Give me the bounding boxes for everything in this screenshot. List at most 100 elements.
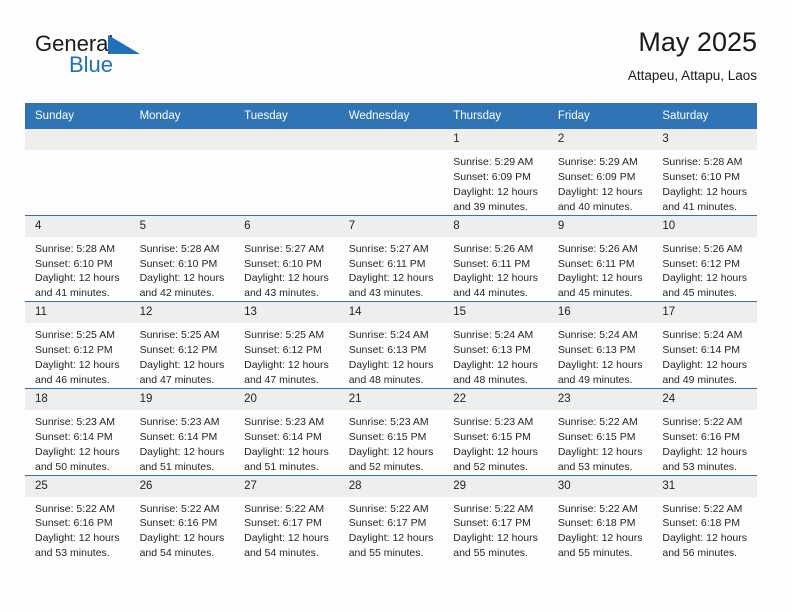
calendar-day-cell[interactable]: 20 Sunrise: 5:23 AM Sunset: 6:14 PM Dayligh… <box>234 387 339 475</box>
calendar-day-cell[interactable]: 14 Sunrise: 5:24 AM Sunset: 6:13 PM Dayligh… <box>338 301 444 389</box>
calendar-day-cell[interactable]: 1 Sunrise: 5:29 AM Sunset: 6:09 PM Daylight… <box>443 128 548 216</box>
day-number: 1 <box>443 129 548 150</box>
daylight-text-line2: and 44 minutes. <box>453 287 528 300</box>
calendar-day-cell[interactable]: 30 Sunrise: 5:22 AM Sunset: 6:18 PM Dayligh… <box>547 474 653 562</box>
day-sun-info: Sunrise: 5:26 AM Sunset: 6:11 PM Daylight:… <box>443 237 548 302</box>
calendar-day-cell[interactable]: 31 Sunrise: 5:22 AM Sunset: 6:18 PM Dayligh… <box>652 474 757 562</box>
daylight-text-line1: Daylight: 12 hours <box>35 359 120 372</box>
sunset-text: Sunset: 6:09 PM <box>453 170 531 183</box>
calendar-day-cell[interactable]: 13 Sunrise: 5:25 AM Sunset: 6:12 PM Dayligh… <box>234 301 339 389</box>
sunrise-text: Sunrise: 5:29 AM <box>557 156 638 168</box>
weekday-header-sunday: Sunday <box>25 103 130 129</box>
daylight-text-line1: Daylight: 12 hours <box>662 359 748 372</box>
sunset-text: Sunset: 6:10 PM <box>139 257 218 270</box>
calendar-day-cell[interactable]: 26 Sunrise: 5:22 AM Sunset: 6:16 PM Dayligh… <box>129 474 235 562</box>
calendar-day-cell[interactable]: 6 Sunrise: 5:27 AM Sunset: 6:10 PM Daylight… <box>234 214 339 302</box>
calendar-day-cell[interactable]: 11 Sunrise: 5:25 AM Sunset: 6:12 PM Dayligh… <box>25 301 130 389</box>
daylight-text-line2: and 53 minutes. <box>662 460 738 473</box>
calendar-day-cell[interactable]: 25 Sunrise: 5:22 AM Sunset: 6:16 PM Dayligh… <box>25 474 130 562</box>
day-number <box>25 129 130 150</box>
day-number: 9 <box>547 215 653 237</box>
day-number: 14 <box>338 302 444 324</box>
calendar-day-cell[interactable]: 9 Sunrise: 5:26 AM Sunset: 6:11 PM Daylight… <box>547 214 653 302</box>
sunset-text: Sunset: 6:16 PM <box>139 517 218 530</box>
day-number: 29 <box>443 475 548 497</box>
sunset-text: Sunset: 6:14 PM <box>244 430 322 443</box>
daylight-text-line1: Daylight: 12 hours <box>662 185 748 198</box>
sunset-text: Sunset: 6:14 PM <box>662 344 741 357</box>
day-number: 22 <box>443 388 548 410</box>
calendar-day-cell[interactable]: 28 Sunrise: 5:22 AM Sunset: 6:17 PM Dayligh… <box>338 474 444 562</box>
calendar-day-cell[interactable]: 24 Sunrise: 5:22 AM Sunset: 6:16 PM Dayligh… <box>652 387 757 475</box>
weekday-header-saturday: Saturday <box>652 103 757 129</box>
calendar-day-cell[interactable]: 4 Sunrise: 5:28 AM Sunset: 6:10 PM Daylight… <box>25 214 130 302</box>
day-number: 19 <box>129 388 235 410</box>
daylight-text-line2: and 42 minutes. <box>139 287 215 300</box>
daylight-text-line2: and 43 minutes. <box>244 287 319 300</box>
sunset-text: Sunset: 6:15 PM <box>453 430 531 443</box>
calendar-day-cell[interactable]: 12 Sunrise: 5:25 AM Sunset: 6:12 PM Dayligh… <box>129 301 235 389</box>
sunset-text: Sunset: 6:12 PM <box>662 257 741 270</box>
sunset-text: Sunset: 6:17 PM <box>453 517 531 530</box>
sunrise-text: Sunrise: 5:24 AM <box>557 329 638 342</box>
sunrise-text: Sunrise: 5:28 AM <box>35 242 115 255</box>
calendar-day-cell[interactable]: 5 Sunrise: 5:28 AM Sunset: 6:10 PM Daylight… <box>129 214 235 302</box>
sunrise-text: Sunrise: 5:22 AM <box>557 415 638 428</box>
page-title: May 2025 <box>638 27 757 57</box>
sunrise-text: Sunrise: 5:24 AM <box>662 329 743 342</box>
daylight-text-line1: Daylight: 12 hours <box>662 445 748 458</box>
sunset-text: Sunset: 6:16 PM <box>35 517 113 530</box>
calendar-day-cell[interactable]: 23 Sunrise: 5:22 AM Sunset: 6:15 PM Dayligh… <box>547 387 653 475</box>
calendar-week-row: 1 Sunrise: 5:29 AM Sunset: 6:09 PM Daylight… <box>25 128 757 216</box>
calendar-day-cell[interactable]: 21 Sunrise: 5:23 AM Sunset: 6:15 PM Dayligh… <box>338 387 444 475</box>
calendar-day-cell[interactable]: 3 Sunrise: 5:28 AM Sunset: 6:10 PM Daylight… <box>652 128 757 216</box>
daylight-text-line2: and 53 minutes. <box>35 547 110 560</box>
day-number: 12 <box>129 302 235 324</box>
daylight-text-line2: and 49 minutes. <box>557 373 633 386</box>
day-sun-info: Sunrise: 5:25 AM Sunset: 6:12 PM Daylight:… <box>234 323 339 388</box>
calendar-day-cell[interactable]: 2 Sunrise: 5:29 AM Sunset: 6:09 PM Daylight… <box>547 128 653 216</box>
calendar-day-cell[interactable]: 27 Sunrise: 5:22 AM Sunset: 6:17 PM Dayligh… <box>234 474 339 562</box>
sunrise-text: Sunrise: 5:26 AM <box>453 242 534 255</box>
day-number: 3 <box>652 129 757 150</box>
day-sun-info: Sunrise: 5:24 AM Sunset: 6:14 PM Daylight:… <box>652 323 757 388</box>
daylight-text-line1: Daylight: 12 hours <box>35 272 120 285</box>
calendar-day-cell[interactable]: 17 Sunrise: 5:24 AM Sunset: 6:14 PM Dayligh… <box>652 301 757 389</box>
daylight-text-line2: and 41 minutes. <box>35 287 110 300</box>
daylight-text-line1: Daylight: 12 hours <box>139 359 225 372</box>
calendar-day-cell[interactable]: 19 Sunrise: 5:23 AM Sunset: 6:14 PM Dayligh… <box>129 387 235 475</box>
daylight-text-line2: and 48 minutes. <box>453 373 528 386</box>
calendar-day-cell-empty <box>129 128 235 216</box>
daylight-text-line1: Daylight: 12 hours <box>348 272 434 285</box>
day-sun-info: Sunrise: 5:28 AM Sunset: 6:10 PM Daylight:… <box>25 237 130 302</box>
day-number: 26 <box>129 475 235 497</box>
calendar-day-cell[interactable]: 7 Sunrise: 5:27 AM Sunset: 6:11 PM Daylight… <box>338 214 444 302</box>
calendar-week-row: 25 Sunrise: 5:22 AM Sunset: 6:16 PM Dayligh… <box>25 474 757 562</box>
day-number: 4 <box>25 215 130 237</box>
sunset-text: Sunset: 6:17 PM <box>244 517 322 530</box>
sunset-text: Sunset: 6:13 PM <box>557 344 636 357</box>
calendar-day-cell[interactable]: 15 Sunrise: 5:24 AM Sunset: 6:13 PM Dayligh… <box>443 301 548 389</box>
calendar-day-cell[interactable]: 16 Sunrise: 5:24 AM Sunset: 6:13 PM Dayligh… <box>547 301 653 389</box>
sunrise-text: Sunrise: 5:28 AM <box>139 242 220 255</box>
daylight-text-line2: and 47 minutes. <box>244 373 319 386</box>
sunrise-text: Sunrise: 5:25 AM <box>139 329 220 342</box>
daylight-text-line1: Daylight: 12 hours <box>244 272 329 285</box>
day-sun-info: Sunrise: 5:22 AM Sunset: 6:15 PM Daylight:… <box>548 410 653 475</box>
daylight-text-line2: and 41 minutes. <box>662 200 738 213</box>
brand-logo[interactable]: General Blue <box>35 33 165 83</box>
calendar-day-cell[interactable]: 29 Sunrise: 5:22 AM Sunset: 6:17 PM Dayligh… <box>443 474 548 562</box>
day-number: 25 <box>25 475 130 497</box>
calendar-day-cell[interactable]: 10 Sunrise: 5:26 AM Sunset: 6:12 PM Dayligh… <box>652 214 757 302</box>
day-sun-info: Sunrise: 5:23 AM Sunset: 6:14 PM Daylight:… <box>25 410 130 475</box>
daylight-text-line1: Daylight: 12 hours <box>35 532 120 545</box>
day-sun-info: Sunrise: 5:24 AM Sunset: 6:13 PM Daylight:… <box>548 323 653 388</box>
day-number <box>234 129 339 150</box>
daylight-text-line1: Daylight: 12 hours <box>557 445 643 458</box>
calendar-day-cell[interactable]: 18 Sunrise: 5:23 AM Sunset: 6:14 PM Dayligh… <box>25 387 130 475</box>
sunset-text: Sunset: 6:12 PM <box>35 344 113 357</box>
day-sun-info: Sunrise: 5:29 AM Sunset: 6:09 PM Daylight:… <box>443 150 548 215</box>
weekday-header-friday: Friday <box>547 103 653 129</box>
calendar-day-cell[interactable]: 22 Sunrise: 5:23 AM Sunset: 6:15 PM Dayligh… <box>443 387 548 475</box>
calendar-day-cell[interactable]: 8 Sunrise: 5:26 AM Sunset: 6:11 PM Daylight… <box>443 214 548 302</box>
